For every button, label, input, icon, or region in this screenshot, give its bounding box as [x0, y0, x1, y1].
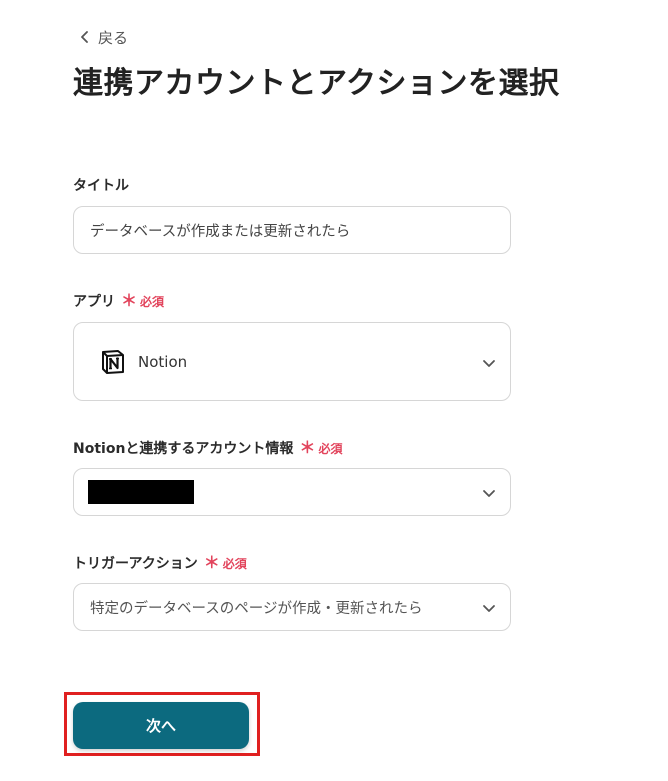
title-label-text: タイトル: [73, 178, 129, 194]
account-label-text: Notionと連携するアカウント情報: [73, 441, 294, 457]
next-button[interactable]: 次へ: [73, 702, 249, 749]
trigger-field-label: トリガーアクション ＊ 必須: [73, 553, 247, 573]
app-select-inner[interactable]: Notion: [74, 323, 510, 400]
chevron-down-icon: [482, 485, 496, 499]
required-badge: ＊ 必須: [204, 555, 247, 572]
title-input-box: [73, 206, 511, 254]
trigger-select-inner[interactable]: 特定のデータベースのページが作成・更新されたら: [74, 584, 510, 630]
app-label-text: アプリ: [73, 294, 115, 310]
required-text: 必須: [318, 441, 343, 456]
notion-logo-icon: [90, 349, 138, 375]
title-input[interactable]: [74, 207, 510, 253]
required-asterisk: ＊: [203, 553, 220, 572]
required-asterisk: ＊: [121, 291, 138, 310]
required-text: 必須: [222, 556, 247, 571]
trigger-label-text: トリガーアクション: [73, 556, 198, 572]
required-badge: ＊ 必須: [299, 440, 342, 457]
back-label: 戻る: [98, 28, 129, 47]
app-field-label: アプリ ＊ 必須: [73, 291, 164, 311]
trigger-select[interactable]: 特定のデータベースのページが作成・更新されたら: [73, 583, 511, 631]
required-asterisk: ＊: [299, 438, 316, 457]
chevron-down-icon: [482, 355, 496, 369]
chevron-left-icon: [80, 31, 90, 43]
redacted-account-value: [88, 480, 194, 504]
account-select[interactable]: [73, 468, 511, 516]
page-title: 連携アカウントとアクションを選択: [73, 66, 560, 101]
chevron-down-icon: [482, 600, 496, 614]
app-select[interactable]: Notion: [73, 322, 511, 401]
account-select-inner[interactable]: [74, 469, 510, 515]
title-field-label: タイトル: [73, 175, 129, 195]
required-badge: ＊ 必須: [121, 293, 164, 310]
app-selected-value: Notion: [138, 352, 188, 371]
trigger-selected-value: 特定のデータベースのページが作成・更新されたら: [90, 600, 423, 617]
required-text: 必須: [140, 294, 165, 309]
back-link[interactable]: 戻る: [80, 27, 128, 47]
account-field-label: Notionと連携するアカウント情報 ＊ 必須: [73, 438, 342, 458]
